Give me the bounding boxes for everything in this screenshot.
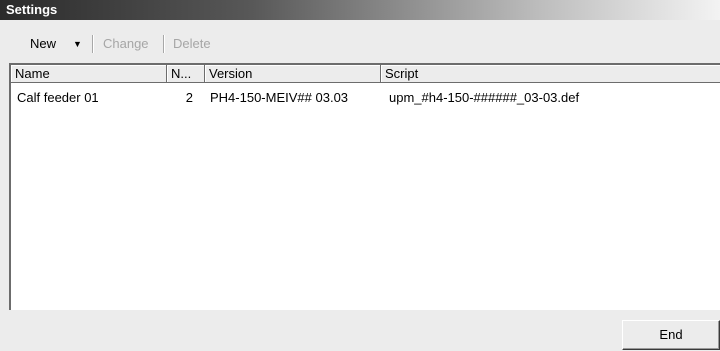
row-name: Calf feeder 01 xyxy=(17,90,99,105)
delete-button[interactable]: Delete xyxy=(173,34,211,54)
window-title: Settings xyxy=(0,0,720,20)
list-header: Name N... Version Script xyxy=(11,65,720,83)
toolbar-separator xyxy=(163,35,165,53)
column-header-number[interactable]: N... xyxy=(167,65,205,83)
row-version: PH4-150-MEIV## 03.03 xyxy=(210,90,349,105)
change-button[interactable]: Change xyxy=(103,34,149,54)
toolbar-separator xyxy=(92,35,94,53)
end-button[interactable]: End xyxy=(622,320,720,350)
column-header-script[interactable]: Script xyxy=(381,65,720,83)
row-number: 2 xyxy=(185,90,193,105)
settings-list[interactable]: Name N... Version Script Calf feeder 01 … xyxy=(9,63,720,310)
column-header-name[interactable]: Name xyxy=(11,65,167,83)
new-dropdown-arrow-icon[interactable]: ▼ xyxy=(73,34,82,54)
row-script: upm_#h4-150-######_03-03.def xyxy=(389,90,580,105)
toolbar: New ▼ Change Delete xyxy=(0,20,720,63)
footer-bar: End xyxy=(0,310,720,351)
column-header-version[interactable]: Version xyxy=(205,65,381,83)
new-button[interactable]: New xyxy=(30,34,56,54)
settings-window: Settings New ▼ Change Delete Name N... V… xyxy=(0,0,720,351)
table-row[interactable]: Calf feeder 01 2 PH4-150-MEIV## 03.03 up… xyxy=(11,89,720,107)
